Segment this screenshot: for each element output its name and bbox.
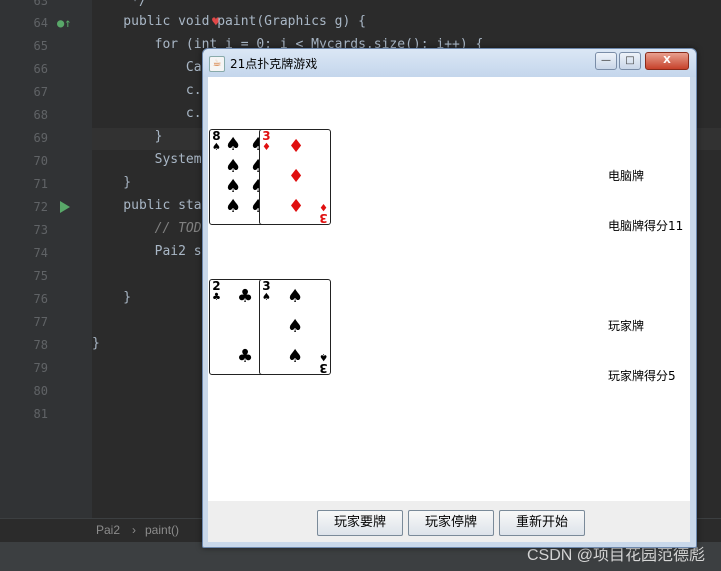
code-line[interactable]: */ [92, 0, 147, 9]
diamond-icon: ♦ [288, 196, 305, 217]
player-score-label: 玩家牌得分5 [608, 369, 676, 383]
stand-button[interactable]: 玩家停牌 [408, 510, 494, 536]
line-number: 64 [33, 16, 48, 30]
run-gutter-icon[interactable] [60, 201, 70, 213]
player-cards-label: 玩家牌 [608, 319, 645, 333]
diamond-icon: ♦ [319, 201, 328, 212]
diamond-icon: ♦ [288, 136, 305, 157]
line-number: 76 [33, 292, 48, 306]
code-line[interactable]: Pai2 sho [92, 244, 218, 259]
spade-icon: ♠ [225, 134, 242, 155]
code-line[interactable]: c.pa [92, 106, 217, 121]
line-number: 67 [33, 85, 48, 99]
club-icon: ♣ [237, 346, 254, 367]
game-window: ☕ 21点扑克牌游戏 — □ X 8 ♠ ♠ ♠ ♠ ♠ ♠ ♠ ♠ ♠ 3 ♦… [202, 48, 697, 548]
code-line[interactable]: Card [92, 60, 217, 75]
line-number: 70 [33, 154, 48, 168]
java-app-icon: ☕ [209, 56, 225, 72]
maximize-button[interactable]: □ [619, 52, 641, 70]
breadcrumb-method[interactable]: paint() [145, 523, 179, 537]
code-line[interactable]: } [92, 336, 100, 351]
card-rank: 2 [212, 279, 221, 293]
line-number: 80 [33, 384, 48, 398]
line-number: 73 [33, 223, 48, 237]
spade-icon: ♠ [287, 346, 304, 367]
spade-icon: ♠ [225, 176, 242, 197]
code-line[interactable]: public void paint(Graphics g) { [92, 14, 366, 29]
diamond-icon: ♦ [262, 142, 271, 153]
card-rank: 3 [319, 361, 328, 375]
spade-icon: ♠ [225, 156, 242, 177]
line-number: 77 [33, 315, 48, 329]
line-number: 65 [33, 39, 48, 53]
line-number: 79 [33, 361, 48, 375]
spade-icon: ♠ [287, 316, 304, 337]
diamond-icon: ♦ [288, 166, 305, 187]
spade-icon: ♠ [287, 286, 304, 307]
code-line[interactable]: System.o [92, 152, 218, 167]
line-number: 69 [33, 131, 48, 145]
card-rank: 8 [212, 129, 221, 143]
computer-cards-label: 电脑牌 [608, 169, 645, 183]
close-button[interactable]: X [645, 52, 689, 70]
computer-score-label: 电脑牌得分11 [608, 219, 684, 233]
player-card-2: 3 ♠ ♠ ♠ ♠ 3 ♠ [259, 279, 331, 375]
spade-icon: ♠ [212, 142, 221, 153]
window-titlebar[interactable]: ☕ 21点扑克牌游戏 — □ X [203, 49, 696, 77]
code-line[interactable]: // TODO [92, 221, 210, 236]
code-line[interactable]: } [92, 129, 163, 144]
code-line[interactable]: } [92, 175, 131, 190]
line-number: 68 [33, 108, 48, 122]
line-number: 71 [33, 177, 48, 191]
card-rank: 3 [319, 211, 328, 225]
restart-button[interactable]: 重新开始 [499, 510, 585, 536]
line-number: 75 [33, 269, 48, 283]
spade-icon: ♠ [262, 292, 271, 303]
card-rank: 3 [262, 279, 271, 293]
line-number: 72 [33, 200, 48, 214]
button-bar: 玩家要牌 玩家停牌 重新开始 [208, 501, 690, 542]
line-number: 74 [33, 246, 48, 260]
spade-icon: ♠ [225, 196, 242, 217]
code-line[interactable]: } [92, 290, 131, 305]
club-icon: ♣ [237, 286, 254, 307]
line-number: 63 [33, 0, 48, 8]
line-number: 78 [33, 338, 48, 352]
code-line[interactable]: public stati [92, 198, 217, 213]
club-icon: ♣ [212, 292, 221, 303]
game-panel: 8 ♠ ♠ ♠ ♠ ♠ ♠ ♠ ♠ ♠ 3 ♦ ♦ ♦ ♦ 3 ♦ [208, 77, 690, 542]
breadcrumb-separator: › [132, 523, 136, 537]
card-rank: 3 [262, 129, 271, 143]
line-number: 66 [33, 62, 48, 76]
line-number: 81 [33, 407, 48, 421]
hit-button[interactable]: 玩家要牌 [317, 510, 403, 536]
override-marker-icon[interactable]: ●↑ [57, 16, 71, 30]
minimize-button[interactable]: — [595, 52, 617, 70]
spade-icon: ♠ [319, 351, 328, 362]
breadcrumb-class[interactable]: Pai2 [96, 523, 120, 537]
window-title: 21点扑克牌游戏 [230, 57, 318, 71]
code-line[interactable]: c.pr [92, 83, 217, 98]
computer-card-2: 3 ♦ ♦ ♦ ♦ 3 ♦ [259, 129, 331, 225]
